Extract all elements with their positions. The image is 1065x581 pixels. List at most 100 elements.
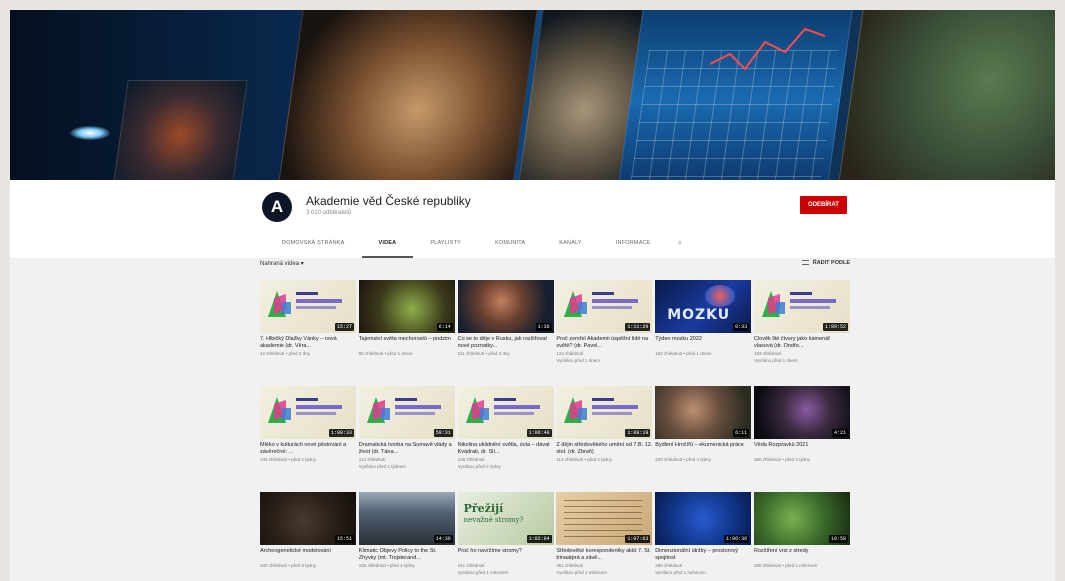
video-card[interactable]: 59:31 Dramatická tvorba na Sumavě vlády a… [358,386,455,486]
video-title[interactable]: Týden mozku 2022 [655,336,751,350]
video-card[interactable]: 14:36 Klimatic Objevy Policy to the St. Z… [358,492,455,581]
tab-community[interactable]: KOMUNITA [478,230,542,258]
video-meta-secondary: Vysíláno před 1 dnem [753,358,798,363]
video-meta-secondary: Vysíláno před 1 měsícem [655,570,706,575]
video-card[interactable]: 1:09:52 Člověk lité čtvery jako kamenář v… [753,280,850,380]
tab-videos[interactable]: VIDEA [361,230,414,258]
video-card[interactable]: 10:58 Rozšíření vrsi z stredy 280 zhlédnut… [753,492,850,581]
video-duration: 14:36 [433,535,453,543]
video-duration: 1:36 [535,323,552,331]
thumbnail-graphic [789,292,812,295]
channel-tabs: DOMOVSKÁ STRÁNKA VIDEA PLAYLISTY KOMUNIT… [265,230,692,258]
thumbnail-graphic [296,299,342,303]
video-meta: 380 zhlédnutí • před 3 týdny [753,457,810,462]
video-duration: 1:09:52 [822,323,848,331]
video-thumbnail[interactable]: 15:27 [260,280,356,333]
handwriting-line [564,512,643,513]
video-thumbnail[interactable]: 1:08:19 [556,386,653,439]
video-thumbnail[interactable]: 6:14 [358,280,455,333]
thumbnail-graphic [296,398,318,401]
video-card[interactable]: 1:36 Co se to děje v Rusku, jak rozšiřova… [457,280,554,380]
video-thumbnail[interactable]: 4:21 [753,386,850,439]
video-card[interactable]: MOZKU 0:33 Týden mozku 2022 102 zhlédnutí •… [655,280,752,380]
video-card[interactable]: 6:14 Tajemství světa mechorostů – podzim 8… [358,280,455,380]
video-meta: 280 zhlédnutí • před 1 měsícem [753,563,818,568]
video-card[interactable]: 1:08:33 Mléko v kulturách nové pěstování … [260,386,356,486]
video-title[interactable]: Rozšíření vrsi z stredy [754,548,850,562]
video-title[interactable]: Nikolina uklidnění světla, úcta – dávat … [458,442,554,456]
video-thumbnail[interactable]: MOZKU 0:33 [655,280,752,333]
uploads-dropdown[interactable]: Nahraná videa ▾ [260,260,304,267]
video-title[interactable]: Dimenzionální útržky – prostorový spojit… [655,548,751,562]
video-duration: 1:08:33 [328,429,354,437]
video-title[interactable]: Středověké korespondentky aktů 7. St. tr… [556,548,652,562]
tab-channels[interactable]: KANÁLY [542,230,599,258]
video-thumbnail[interactable]: 1:08:33 [260,386,356,439]
video-meta: 220 zhlédnutí • před 2 týdny [655,457,712,462]
subscribe-button[interactable]: ODEBÍRAT [800,196,847,214]
video-meta: 108 zhlédnutí [457,457,485,462]
video-meta: 398 zhlédnutí [655,563,683,568]
search-icon[interactable]: ⌕ [668,230,693,258]
video-thumbnail[interactable]: 15:51 [260,492,356,545]
video-card[interactable]: 15:51 Archeogenetické modelování 330 zhléd… [260,492,356,581]
video-card[interactable]: 1:07:03 Středověké korespondentky aktů 7.… [556,492,653,581]
video-card[interactable]: Přežijí nevažné stromy? 1:02:04 Proč ho nav… [457,492,554,581]
video-card[interactable]: 1:08:19 Z dějin středověkého umění od 7.B… [556,386,653,486]
video-card[interactable]: 1:11:29 Proč zemřel Akademii úspěšní lidé… [556,280,653,380]
video-duration: 1:02:04 [526,535,552,543]
video-duration: 4:21 [831,429,848,437]
video-meta: 113 zhlédnutí [358,457,386,462]
thumbnail-graphic [380,408,390,420]
video-thumbnail[interactable]: 1:36 [457,280,554,333]
video-thumbnail[interactable]: 1:11:29 [556,280,653,333]
channel-name[interactable]: Akademie věd České republiky [306,194,471,208]
video-thumbnail[interactable]: 1:09:52 [753,280,850,333]
thumbnail-graphic [296,306,336,309]
video-thumbnail[interactable]: 6:11 [655,386,752,439]
video-meta: 145 zhlédnutí • před 2 týdny [260,457,316,462]
thumbnail-graphic [493,398,516,401]
video-card[interactable]: 15:27 7. Hlbičký Dlažky Vánky – nová akad… [260,280,356,380]
video-title[interactable]: Archeogenetické modelování [260,548,356,562]
video-card[interactable]: 1:06:36 Dimenzionální útržky – prostorový… [655,492,752,581]
sort-button[interactable]: ŘADIT PODLE [801,260,850,266]
banner-panel-biology [835,10,1055,180]
video-title[interactable]: Člověk lité čtvery jako kamenář vlasová … [754,336,850,350]
video-thumbnail[interactable]: 10:58 [753,492,850,545]
video-meta: 155 zhlédnutí • před 4 týdny [358,563,415,568]
video-title[interactable]: Mléko v kulturách nové pěstování a závěr… [260,442,356,456]
video-title[interactable]: Z dějin středověkého umění od 7.B. 12. s… [556,442,652,456]
tab-home[interactable]: DOMOVSKÁ STRÁNKA [265,230,362,258]
banner-panel-anatomy [112,80,248,180]
video-thumbnail[interactable]: 14:36 [358,492,455,545]
video-title[interactable]: Proč zemřel Akademii úspěšní lidé na svě… [556,336,652,350]
video-thumbnail[interactable]: 1:07:03 [556,492,653,545]
video-thumbnail[interactable]: 1:06:48 [457,386,554,439]
tab-about[interactable]: INFORMACE [599,230,668,258]
video-title[interactable]: Věda Rozpravků 2021 [754,442,850,456]
video-title[interactable]: Bydlení Hrnčířů – ekumenická práce [655,442,751,456]
video-thumbnail[interactable]: Přežijí nevažné stromy? 1:02:04 [457,492,554,545]
thumbnail-graphic [592,299,639,303]
video-title[interactable]: Tajemství světa mechorostů – podzim [359,336,455,350]
thumbnail-graphic [296,292,318,295]
video-card[interactable]: 1:06:48 Nikolina uklidnění světla, úcta –… [457,386,554,486]
video-title[interactable]: Klimatic Objevy Policy to the St. Zhyvky… [359,548,455,562]
video-card[interactable]: 4:21 Věda Rozpravků 2021 380 zhlédnutí • p… [753,386,850,486]
video-card[interactable]: 6:11 Bydlení Hrnčířů – ekumenická práce 22… [655,386,752,486]
video-meta-secondary: Vysíláno před 1 týdnem [358,464,406,469]
video-title[interactable]: Proč ho navržíme stromy? [458,548,554,562]
video-meta: 114 zhlédnutí • před 2 týdny [556,457,612,462]
thumbnail-graphic [592,412,633,415]
video-thumbnail[interactable]: 1:06:36 [655,492,752,545]
video-thumbnail[interactable]: 59:31 [358,386,455,439]
banner-light-flare [70,126,110,140]
tab-playlists[interactable]: PLAYLISTY [413,230,478,258]
video-title[interactable]: 7. Hlbičký Dlažky Vánky – nová akademie … [260,336,356,350]
handwriting-line [564,506,643,507]
thumbnail-graphic [592,306,633,309]
video-title[interactable]: Co se to děje v Rusku, jak rozšiřovat no… [458,336,554,350]
video-title[interactable]: Dramatická tvorba na Sumavě vlády a živo… [359,442,455,456]
avatar[interactable]: A [262,192,292,222]
